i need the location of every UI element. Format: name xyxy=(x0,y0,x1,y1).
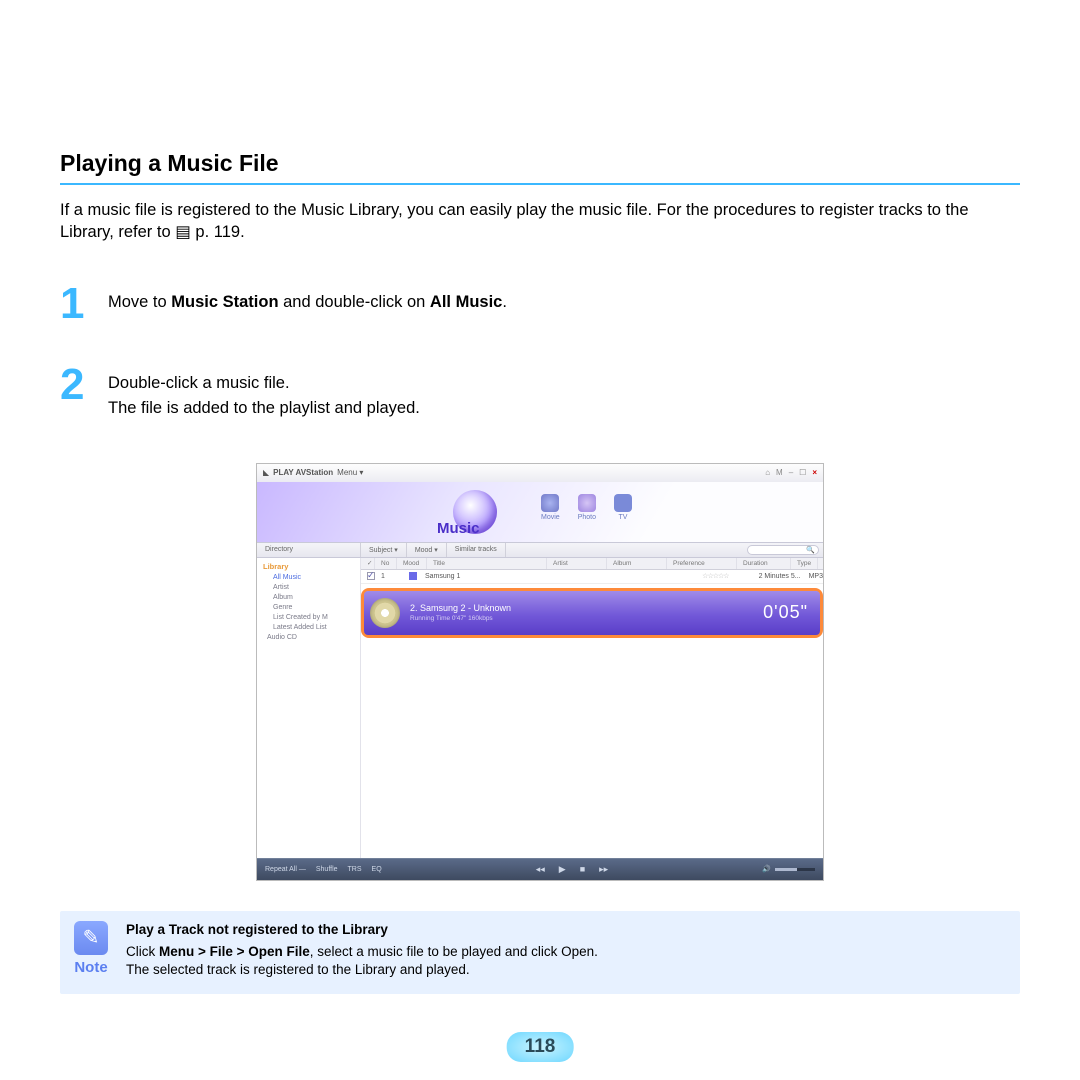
sidebar-item-latest[interactable]: Latest Added List xyxy=(257,623,360,633)
filter-subject[interactable]: Subject ▾ xyxy=(361,543,407,557)
maximize-icon[interactable]: ☐ xyxy=(799,468,806,477)
sidebar-item-artist[interactable]: Artist xyxy=(257,583,360,593)
prev-icon[interactable]: ◂◂ xyxy=(536,864,545,875)
column-headers: ✓ No Mood Title Artist Album Preference … xyxy=(361,558,823,570)
disc-icon xyxy=(370,598,400,628)
checkbox-icon[interactable] xyxy=(367,572,375,580)
minimize-icon[interactable]: – xyxy=(789,468,793,477)
now-playing-row[interactable]: 2. Samsung 2 - Unknown Running Time 0'47… xyxy=(364,591,820,635)
tab-tv[interactable]: TV xyxy=(614,494,632,521)
sidebar-item-audiocd[interactable]: Audio CD xyxy=(257,633,360,643)
filter-directory[interactable]: Directory xyxy=(257,543,361,557)
volume-icon[interactable]: 🔊 xyxy=(762,865,771,873)
page-number: 118 xyxy=(507,1032,574,1062)
sidebar-root[interactable]: Library xyxy=(257,560,360,573)
filter-similar[interactable]: Similar tracks xyxy=(447,543,506,557)
stop-icon[interactable]: ■ xyxy=(580,864,585,875)
shuffle-button[interactable]: Shuffle xyxy=(316,866,338,873)
intro-paragraph: If a music file is registered to the Mus… xyxy=(60,199,1020,244)
search-input[interactable]: 🔍 xyxy=(747,545,819,555)
page-heading: Playing a Music File xyxy=(60,150,1020,177)
sidebar-item-genre[interactable]: Genre xyxy=(257,603,360,613)
filter-bar: Directory Subject ▾ Mood ▾ Similar track… xyxy=(257,542,823,558)
search-icon: 🔍 xyxy=(806,546,815,554)
playback-bar: Repeat All — Shuffle TRS EQ ◂◂ ▶ ■ ▸▸ 🔊 xyxy=(257,858,823,880)
highlighted-row: 2. Samsung 2 - Unknown Running Time 0'47… xyxy=(361,588,823,638)
mood-swatch-icon xyxy=(409,572,417,580)
sidebar-item-album[interactable]: Album xyxy=(257,593,360,603)
nowplaying-sub: Running Time 0'47" 160kbps xyxy=(410,614,511,623)
pin-icon[interactable]: ⌂ xyxy=(765,468,770,477)
track-row[interactable]: 1 Samsung 1 ☆☆☆☆☆ 2 Minutes 5... MP3 xyxy=(361,570,823,584)
window-buttons: ⌂ M – ☐ × xyxy=(765,468,817,477)
filter-mood[interactable]: Mood ▾ xyxy=(407,543,447,557)
nowplaying-time: 0'05" xyxy=(763,602,808,623)
nowplaying-title: 2. Samsung 2 - Unknown xyxy=(410,602,511,615)
trs-button[interactable]: TRS xyxy=(348,866,362,873)
rating-stars[interactable]: ☆☆☆☆☆ xyxy=(702,572,728,580)
note-title: Play a Track not registered to the Libra… xyxy=(126,921,598,940)
app-title: PLAY AVStation xyxy=(273,468,333,477)
step-number: 1 xyxy=(60,284,94,324)
step-number: 2 xyxy=(60,365,94,421)
step-1: 1 Move to Music Station and double-click… xyxy=(60,284,1020,324)
eq-button[interactable]: EQ xyxy=(372,866,382,873)
app-menu[interactable]: Menu ▾ xyxy=(337,468,363,477)
page-ref-icon: ▤ xyxy=(175,223,195,241)
sidebar: Library All Music Artist Album Genre Lis… xyxy=(257,558,361,858)
tab-photo[interactable]: Photo xyxy=(578,494,596,521)
app-header: Music Movie Photo TV xyxy=(257,482,823,542)
app-logo-icon: ◣ xyxy=(263,468,269,477)
repeat-button[interactable]: Repeat All — xyxy=(265,866,306,873)
note-icon: ✎ xyxy=(74,921,108,955)
sidebar-item-listcreated[interactable]: List Created by M xyxy=(257,613,360,623)
app-titlebar: ◣ PLAY AVStation Menu ▾ ⌂ M – ☐ × xyxy=(257,464,823,482)
volume-slider[interactable] xyxy=(775,868,815,871)
step-2: 2 Double-click a music file. The file is… xyxy=(60,365,1020,421)
track-list: ✓ No Mood Title Artist Album Preference … xyxy=(361,558,823,858)
play-icon[interactable]: ▶ xyxy=(559,864,566,875)
heading-rule xyxy=(60,183,1020,185)
note-box: ✎ Note Play a Track not registered to th… xyxy=(60,911,1020,995)
m-button[interactable]: M xyxy=(776,468,783,477)
next-icon[interactable]: ▸▸ xyxy=(599,864,608,875)
app-window: ◣ PLAY AVStation Menu ▾ ⌂ M – ☐ × Music … xyxy=(256,463,824,881)
tab-music[interactable]: Music xyxy=(437,520,480,537)
close-icon[interactable]: × xyxy=(812,468,817,477)
tab-movie[interactable]: Movie xyxy=(541,494,560,521)
sidebar-item-allmusic[interactable]: All Music xyxy=(257,573,360,583)
note-label: Note xyxy=(74,959,108,976)
